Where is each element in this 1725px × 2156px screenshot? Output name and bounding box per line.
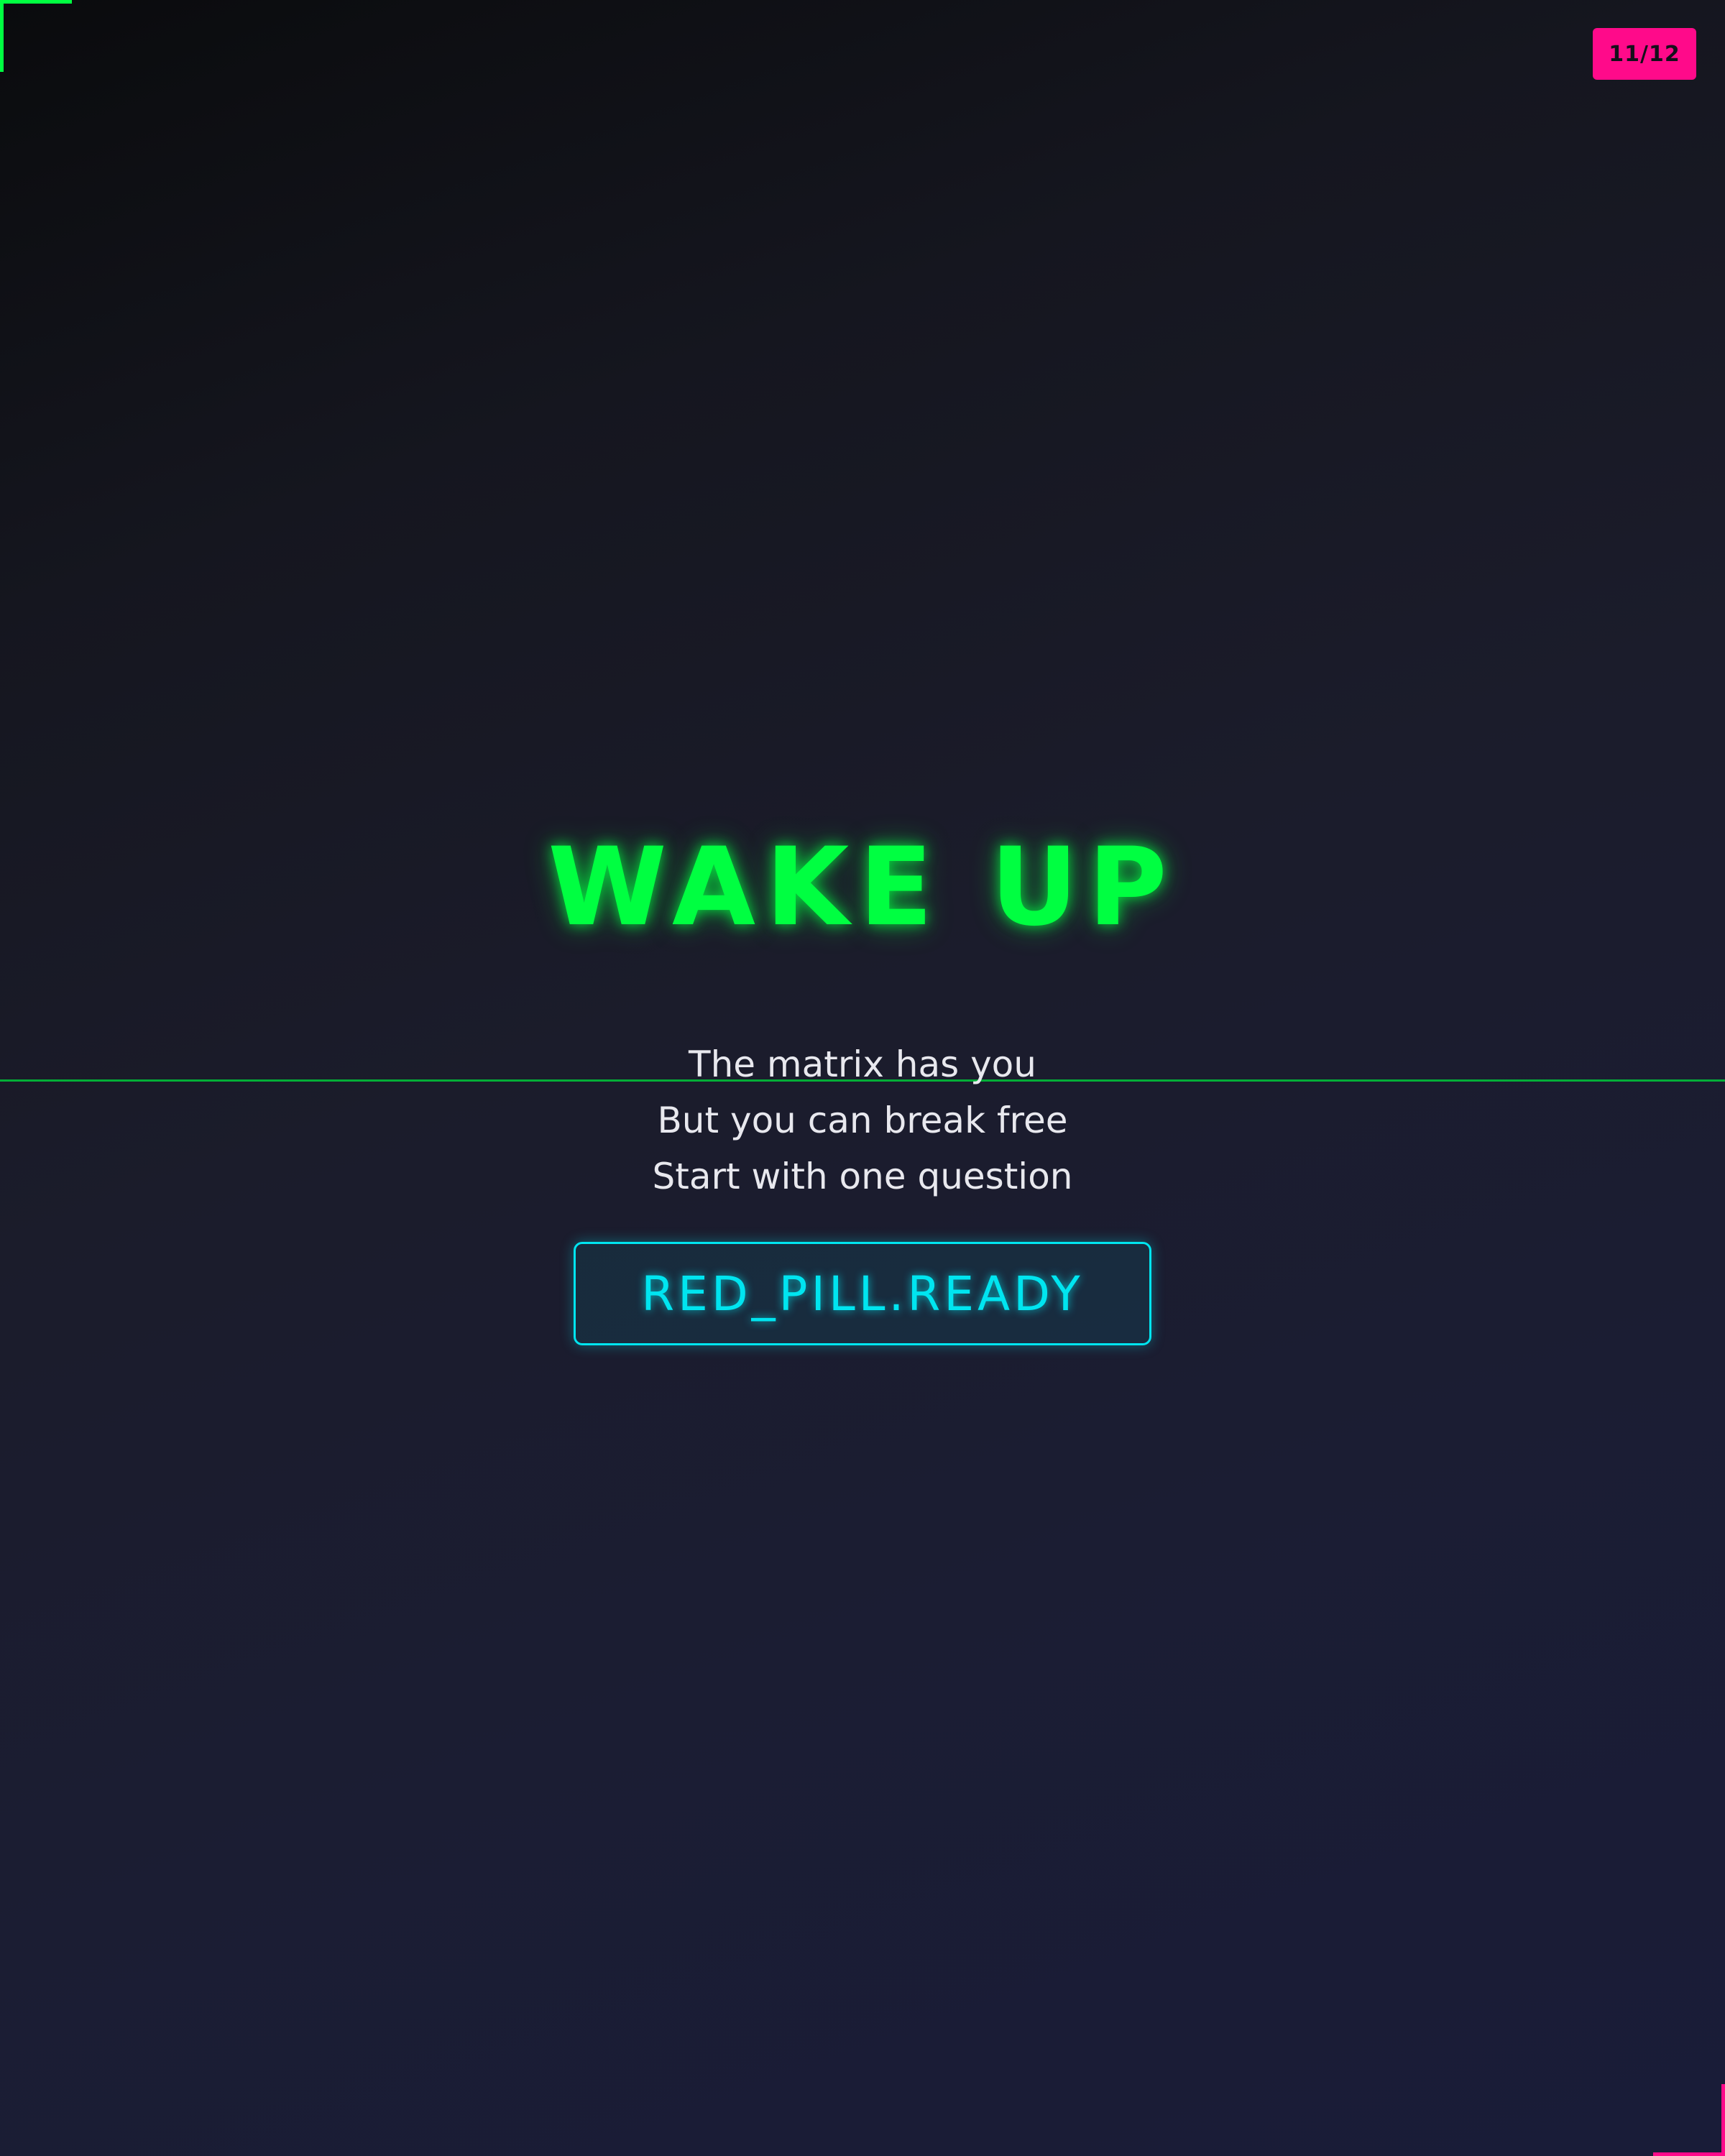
slide-counter-badge: 11/12 [1593, 28, 1696, 80]
subtitle-line: The matrix has you [689, 1044, 1036, 1085]
slide-subtitle: The matrix has you But you can break fre… [0, 1036, 1725, 1204]
subtitle-line: But you can break free [657, 1100, 1068, 1141]
corner-accent-top-left-horizontal [0, 0, 72, 4]
corner-accent-bottom-right-horizontal [1653, 2152, 1725, 2156]
subtitle-line: Start with one question [652, 1156, 1073, 1197]
slide-title: WAKE UP [548, 825, 1177, 950]
slide-content: WAKE UP The matrix has you But you can b… [0, 819, 1725, 1345]
corner-accent-top-left-vertical [0, 0, 4, 72]
corner-accent-bottom-right-vertical [1721, 2084, 1725, 2156]
red-pill-ready-button[interactable]: RED_PILL.READY [574, 1242, 1151, 1345]
